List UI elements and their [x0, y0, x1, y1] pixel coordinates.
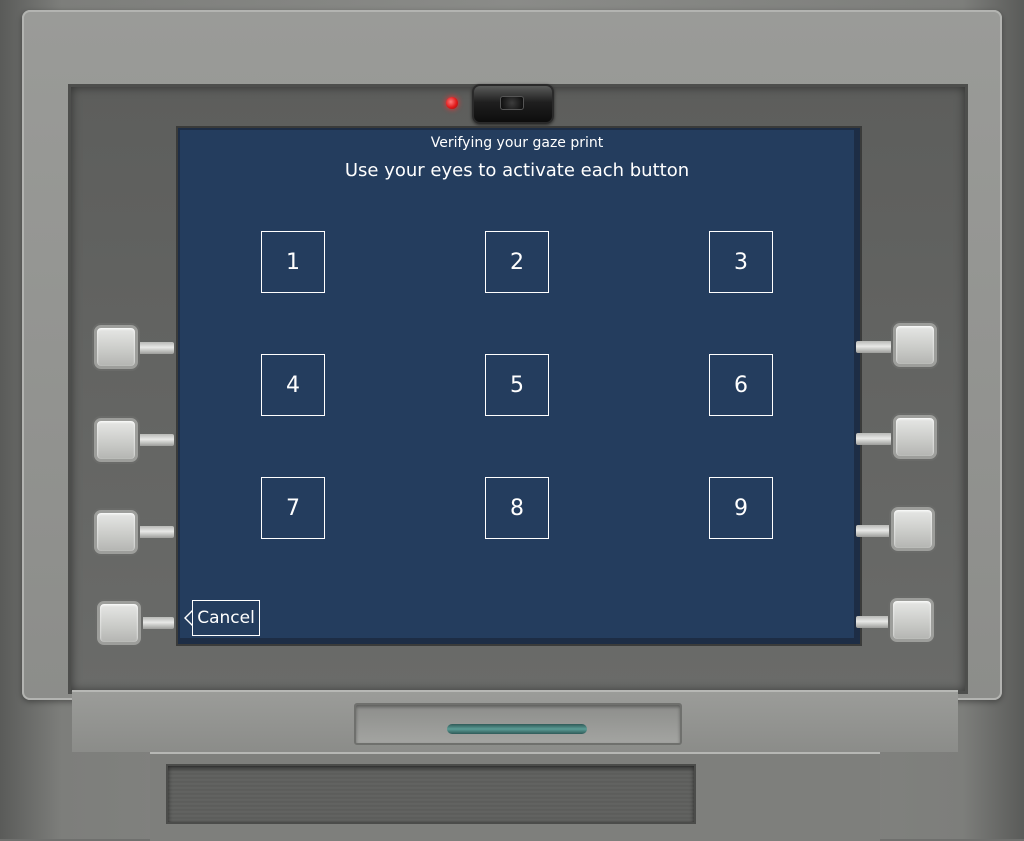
camera-lens-icon — [500, 96, 524, 110]
keypad-button-5[interactable]: 5 — [485, 354, 549, 416]
keypad-button-9[interactable]: 9 — [709, 477, 773, 539]
camera-indicator-light — [446, 97, 458, 109]
instruction-message: Use your eyes to activate each button — [344, 160, 690, 181]
left-function-key-3-stem — [138, 526, 174, 538]
keypad-button-7[interactable]: 7 — [261, 477, 325, 539]
left-function-key-2[interactable] — [94, 418, 138, 462]
card-slot[interactable] — [447, 724, 587, 734]
left-function-key-4-stem — [138, 617, 174, 629]
left-function-key-2-stem — [138, 434, 174, 446]
keypad-button-4[interactable]: 4 — [261, 354, 325, 416]
left-function-key-4[interactable] — [97, 601, 141, 645]
cash-dispenser-slot[interactable] — [166, 764, 696, 824]
keypad-button-1[interactable]: 1 — [261, 231, 325, 293]
right-function-key-3[interactable] — [891, 507, 935, 551]
left-function-key-3[interactable] — [94, 510, 138, 554]
left-function-key-1[interactable] — [94, 325, 138, 369]
keypad-button-8[interactable]: 8 — [485, 477, 549, 539]
status-message: Verifying your gaze print — [430, 135, 604, 151]
right-function-key-3-stem — [856, 525, 892, 537]
right-function-key-2-stem — [856, 433, 892, 445]
right-function-key-1-stem — [856, 341, 892, 353]
right-function-key-4-stem — [856, 616, 892, 628]
right-function-key-2[interactable] — [893, 415, 937, 459]
right-function-key-1[interactable] — [893, 323, 937, 367]
right-function-key-4[interactable] — [890, 598, 934, 642]
keypad-button-6[interactable]: 6 — [709, 354, 773, 416]
cancel-button[interactable]: Cancel — [192, 600, 260, 636]
keypad-button-2[interactable]: 2 — [485, 231, 549, 293]
keypad-button-3[interactable]: 3 — [709, 231, 773, 293]
left-function-key-1-stem — [138, 342, 174, 354]
